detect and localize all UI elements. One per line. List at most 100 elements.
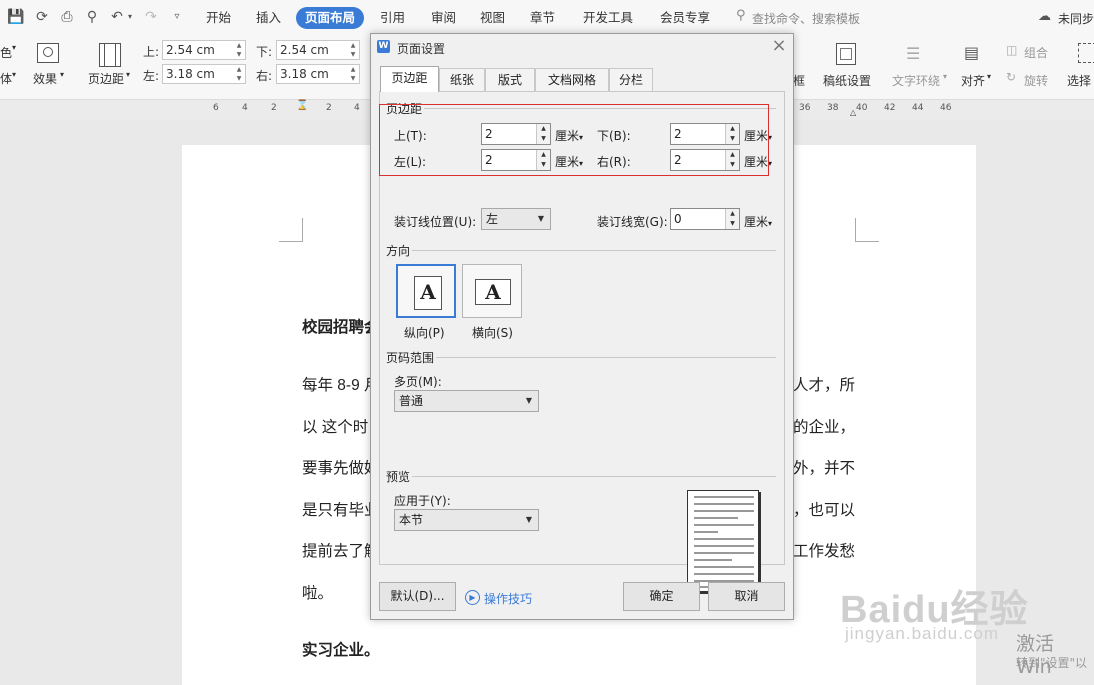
align-icon[interactable]: ▤: [964, 43, 979, 62]
portrait-page-icon: A: [414, 276, 442, 310]
margin-top-label: 上:: [143, 45, 160, 59]
document-heading[interactable]: 校园招聘会: [302, 315, 380, 337]
document-heading[interactable]: 实习企业。: [302, 638, 380, 660]
tab-member[interactable]: 会员专享: [660, 9, 710, 26]
cloud-icon[interactable]: ☁: [1038, 9, 1051, 24]
tab-developer[interactable]: 开发工具: [583, 9, 633, 26]
text-wrap-icon[interactable]: ☰: [906, 44, 920, 63]
save-icon[interactable]: 💾: [7, 8, 25, 26]
spinner-arrows-icon[interactable]: ▲ ▼: [725, 209, 739, 229]
document-line-tail[interactable]: 外，并不: [793, 456, 855, 478]
portrait-option[interactable]: A: [396, 264, 456, 318]
format-painter-icon[interactable]: ⟳: [33, 8, 51, 26]
select-icon[interactable]: [1078, 43, 1094, 63]
tab-page-layout[interactable]: 页面布局: [296, 7, 364, 29]
apply-to-label: 应用于(Y):: [394, 494, 451, 508]
text-wrap-button[interactable]: 文字环绕: [892, 72, 940, 89]
effects-icon[interactable]: [37, 43, 59, 63]
document-line-tail[interactable]: ，也可以: [793, 498, 855, 520]
margin-bottom-value: 2.54 cm: [280, 43, 329, 57]
search-command-input[interactable]: 查找命令、搜索模板: [752, 10, 860, 27]
redo-icon[interactable]: ↷: [142, 8, 160, 26]
right-indent-marker-icon[interactable]: △: [850, 108, 856, 117]
dropdown-icon: ▾: [12, 43, 17, 52]
margin-right-value: 3.18 cm: [280, 67, 329, 81]
spinner-arrows-icon[interactable]: ▲ ▼: [347, 65, 359, 83]
margin-left-input[interactable]: 3.18 cm ▲ ▼: [162, 64, 246, 84]
document-line-tail[interactable]: 的企业，: [793, 415, 855, 437]
ruler-tick: 44: [912, 103, 924, 113]
tab-margins[interactable]: 页边距: [380, 66, 439, 92]
landscape-label: 横向(S): [472, 326, 513, 340]
tab-paper[interactable]: 纸张: [439, 68, 485, 91]
search-icon[interactable]: ⚲: [736, 8, 746, 23]
print-icon[interactable]: ⎙: [58, 8, 76, 26]
tab-view[interactable]: 视图: [480, 9, 505, 26]
manuscript-icon[interactable]: [836, 43, 856, 65]
theme-font-label[interactable]: 体: [0, 70, 12, 87]
spinner-arrows-icon[interactable]: ▲ ▼: [347, 41, 359, 59]
dialog-title: 页面设置: [397, 42, 446, 56]
print-preview-icon[interactable]: ⚲: [83, 8, 101, 26]
cancel-button[interactable]: 取消: [708, 582, 785, 611]
document-line[interactable]: 要事先做好: [302, 456, 380, 478]
ruler-tick: 6: [213, 103, 219, 113]
spinner-arrows-icon[interactable]: ▲ ▼: [233, 41, 245, 59]
orientation-section-title: 方向: [386, 244, 411, 258]
group-icon[interactable]: ◫: [1006, 43, 1017, 57]
document-line[interactable]: 每年 8-9 月: [302, 373, 380, 395]
align-button[interactable]: 对齐: [961, 72, 985, 89]
margins-icon[interactable]: [99, 43, 121, 67]
tab-home[interactable]: 开始: [206, 9, 231, 26]
tab-section[interactable]: 章节: [530, 9, 555, 26]
document-line[interactable]: 提前去了解: [302, 539, 380, 561]
tab-references[interactable]: 引用: [380, 9, 405, 26]
section-divider: [436, 357, 776, 358]
effects-button[interactable]: 效果: [33, 70, 57, 87]
manuscript-settings-button[interactable]: 稿纸设置: [823, 72, 871, 89]
customize-dropdown-icon[interactable]: ▿: [168, 8, 186, 26]
spinner-arrows-icon[interactable]: ▲ ▼: [233, 65, 245, 83]
document-line-tail[interactable]: 人才，所: [793, 373, 855, 395]
document-line[interactable]: 是只有毕业: [302, 498, 380, 520]
document-line-tail[interactable]: 工作发愁: [793, 539, 855, 561]
tab-columns[interactable]: 分栏: [609, 68, 653, 91]
gutter-width-input[interactable]: 0 ▲ ▼: [670, 208, 740, 230]
indent-marker-icon[interactable]: ⌛: [296, 100, 308, 111]
select-button[interactable]: 选择: [1067, 72, 1091, 89]
margin-right-input[interactable]: 3.18 cm ▲ ▼: [276, 64, 360, 84]
multi-pages-select[interactable]: 普通 ▼: [394, 390, 539, 412]
document-line[interactable]: 啦。: [302, 581, 333, 603]
close-icon[interactable]: ×: [769, 36, 789, 56]
ok-button[interactable]: 确定: [623, 582, 700, 611]
tips-link[interactable]: 操作技巧: [484, 590, 532, 607]
section-divider: [412, 250, 776, 251]
multi-pages-value: 普通: [399, 394, 424, 408]
rotate-button[interactable]: 旋转: [1024, 72, 1048, 89]
undo-dropdown-icon[interactable]: ▾: [125, 8, 135, 26]
rotate-icon[interactable]: ↻: [1006, 70, 1016, 84]
theme-color-label[interactable]: 色: [0, 44, 12, 61]
tab-review[interactable]: 审阅: [431, 9, 456, 26]
gutter-unit-dropdown[interactable]: 厘米▾: [744, 213, 772, 230]
tab-insert[interactable]: 插入: [256, 9, 281, 26]
sync-status[interactable]: 未同步: [1058, 10, 1094, 27]
chevron-down-icon: ▼: [537, 214, 544, 223]
landscape-option[interactable]: A: [462, 264, 522, 318]
page-border-label[interactable]: 框: [793, 72, 805, 89]
margin-bottom-input[interactable]: 2.54 cm ▲ ▼: [276, 40, 360, 60]
document-line[interactable]: 以 这个时: [302, 415, 368, 437]
gutter-position-select[interactable]: 左 ▼: [481, 208, 551, 230]
margins-button[interactable]: 页边距: [88, 70, 124, 87]
group-button[interactable]: 组合: [1024, 44, 1048, 61]
undo-icon[interactable]: ↶: [108, 8, 126, 26]
tab-layout[interactable]: 版式: [485, 68, 535, 91]
preview-section-title: 预览: [386, 470, 411, 484]
apply-to-select[interactable]: 本节 ▼: [394, 509, 539, 531]
dropdown-icon: ▾: [126, 70, 131, 79]
play-icon[interactable]: ▶: [465, 590, 480, 605]
default-button[interactable]: 默认(D)...: [379, 582, 456, 611]
tab-document-grid[interactable]: 文档网格: [535, 68, 609, 91]
gutter-width-label: 装订线宽(G):: [597, 215, 668, 229]
margin-top-input[interactable]: 2.54 cm ▲ ▼: [162, 40, 246, 60]
